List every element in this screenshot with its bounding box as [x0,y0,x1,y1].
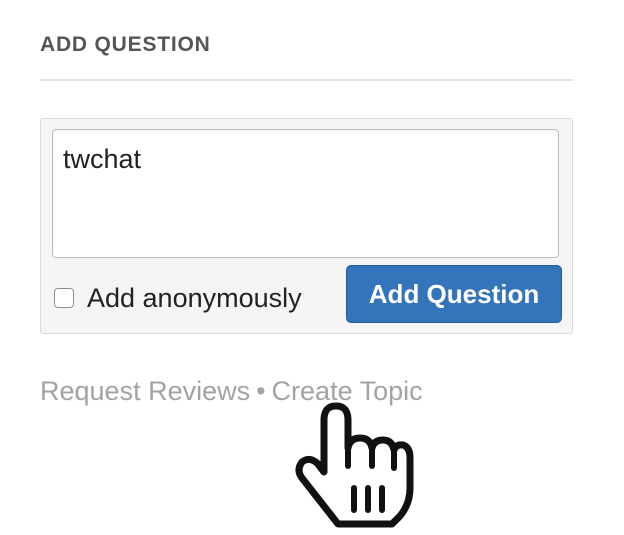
hand-pointer-icon [295,402,414,528]
section-title: ADD QUESTION [40,33,211,56]
anonymous-label: Add anonymously [87,282,302,313]
anonymous-checkbox[interactable] [54,288,74,308]
add-question-button[interactable]: Add Question [346,265,562,323]
anonymous-option[interactable]: Add anonymously [54,282,302,314]
divider [40,79,573,81]
question-input[interactable]: twchat [52,129,559,258]
request-reviews-link[interactable]: Request Reviews [40,376,250,406]
link-separator: • [256,376,266,406]
question-form: twchat Add anonymously Add Question [40,118,573,334]
